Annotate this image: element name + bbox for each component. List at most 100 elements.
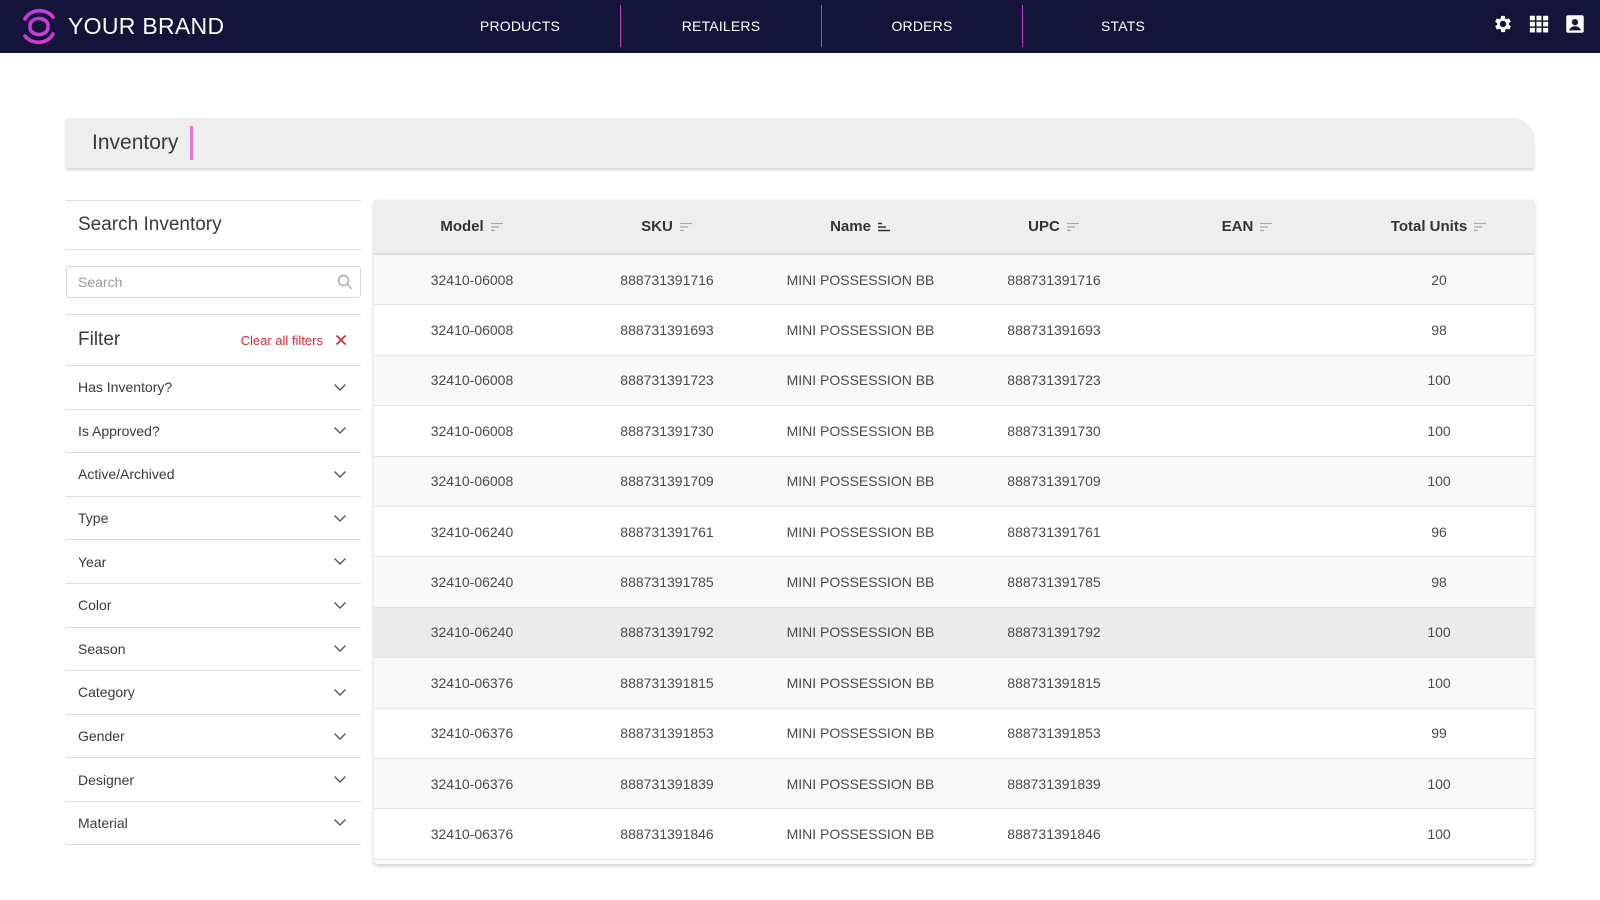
brand-name: YOUR BRAND bbox=[68, 12, 225, 39]
cell-total-units: 100 bbox=[1427, 624, 1451, 641]
cell-total-units: 98 bbox=[1431, 322, 1447, 339]
cell-upc: 888731391761 bbox=[1007, 523, 1101, 540]
sort-active-icon[interactable] bbox=[877, 222, 891, 232]
table-row[interactable]: 32410-06376 888731391846 MINI POSSESSION B… bbox=[374, 809, 1534, 860]
filter-color[interactable]: Color bbox=[66, 582, 361, 627]
divider bbox=[66, 249, 361, 250]
sort-icon[interactable] bbox=[1066, 222, 1080, 232]
table-row[interactable]: 32410-06008 888731391730 MINI POSSESSION B… bbox=[374, 406, 1534, 457]
top-actions bbox=[1492, 13, 1586, 35]
sort-icon[interactable] bbox=[1259, 222, 1273, 232]
title-accent-bar bbox=[190, 126, 194, 160]
cell-name: MINI POSSESSION BB bbox=[786, 674, 935, 691]
cell-total-units: 100 bbox=[1427, 825, 1451, 842]
cell-upc: 888731391716 bbox=[1007, 271, 1101, 288]
filter-is-approved[interactable]: Is Approved? bbox=[66, 408, 361, 453]
table-row[interactable]: 32410-06008 888731391716 MINI POSSESSION B… bbox=[374, 255, 1534, 306]
nav-orders[interactable]: ORDERS bbox=[822, 5, 1022, 47]
sort-icon[interactable] bbox=[490, 222, 504, 232]
column-header-name[interactable]: Name bbox=[764, 218, 957, 235]
filter-active-archived[interactable]: Active/Archived bbox=[66, 452, 361, 496]
cell-name: MINI POSSESSION BB bbox=[786, 725, 935, 742]
cell-sku: 888731391693 bbox=[620, 322, 714, 339]
filter-label: Designer bbox=[78, 771, 135, 788]
filter-label: Material bbox=[78, 814, 128, 831]
column-header-label: EAN bbox=[1221, 218, 1254, 235]
column-header-upc[interactable]: UPC bbox=[957, 218, 1151, 235]
table-row[interactable]: 32410-06376 888731391853 MINI POSSESSION B… bbox=[374, 708, 1534, 759]
cell-name: MINI POSSESSION BB bbox=[786, 825, 935, 842]
brand[interactable]: YOUR BRAND bbox=[20, 5, 224, 47]
filter-designer[interactable]: Designer bbox=[66, 757, 361, 801]
cell-model: 32410-06376 bbox=[430, 725, 514, 742]
filter-material[interactable]: Material bbox=[66, 800, 361, 845]
filter-season[interactable]: Season bbox=[66, 626, 361, 671]
column-header-label: Total Units bbox=[1390, 218, 1468, 235]
search-field bbox=[66, 266, 361, 298]
cell-model: 32410-06240 bbox=[430, 624, 514, 641]
column-header-model[interactable]: Model bbox=[374, 218, 570, 235]
nav-retailers[interactable]: RETAILERS bbox=[621, 5, 821, 47]
gear-icon[interactable] bbox=[1492, 13, 1514, 35]
filter-heading: Filter bbox=[78, 329, 121, 350]
cell-upc: 888731391723 bbox=[1007, 372, 1101, 389]
table-row[interactable]: 32410-06008 888731391723 MINI POSSESSION B… bbox=[374, 355, 1534, 407]
table-row[interactable]: 32410-06376 888731391839 MINI POSSESSION B… bbox=[374, 758, 1534, 810]
cell-total-units: 100 bbox=[1427, 775, 1451, 792]
cell-model: 32410-06240 bbox=[430, 574, 514, 591]
filter-label: Season bbox=[78, 640, 126, 657]
top-navbar: YOUR BRAND PRODUCTS RETAILERS ORDERS STA… bbox=[0, 0, 1600, 53]
cell-name: MINI POSSESSION BB bbox=[786, 473, 935, 490]
chevron-down-icon bbox=[334, 732, 346, 740]
sort-icon[interactable] bbox=[1473, 222, 1487, 232]
clear-all-filters-button[interactable]: Clear all filters bbox=[241, 333, 347, 348]
search-heading: Search Inventory bbox=[78, 214, 222, 235]
column-header-label: SKU bbox=[641, 218, 673, 235]
cell-total-units: 99 bbox=[1431, 725, 1447, 742]
chevron-down-icon bbox=[334, 470, 346, 478]
nav-stats[interactable]: STATS bbox=[1023, 5, 1223, 47]
filter-has-inventory[interactable]: Has Inventory? bbox=[66, 365, 361, 409]
cell-model: 32410-06240 bbox=[430, 523, 514, 540]
filter-label: Gender bbox=[78, 728, 125, 745]
cell-sku: 888731391716 bbox=[620, 271, 714, 288]
table-row[interactable]: 32410-06008 888731391709 MINI POSSESSION B… bbox=[374, 456, 1534, 507]
cell-model: 32410-06376 bbox=[430, 775, 514, 792]
filter-type[interactable]: Type bbox=[66, 495, 361, 540]
table-row[interactable]: 32410-06240 888731391761 MINI POSSESSION B… bbox=[374, 506, 1534, 558]
cell-upc: 888731391693 bbox=[1007, 322, 1101, 339]
chevron-down-icon bbox=[334, 427, 346, 435]
filter-gender[interactable]: Gender bbox=[66, 713, 361, 758]
cell-total-units: 100 bbox=[1427, 422, 1451, 439]
page-header: Inventory bbox=[66, 118, 1534, 168]
account-icon[interactable] bbox=[1564, 13, 1586, 35]
cell-total-units: 96 bbox=[1431, 523, 1447, 540]
search-icon[interactable] bbox=[337, 274, 353, 290]
filter-category[interactable]: Category bbox=[66, 670, 361, 714]
chevron-down-icon bbox=[334, 645, 346, 653]
column-header-sku[interactable]: SKU bbox=[570, 218, 764, 235]
filter-header: Filter Clear all filters bbox=[66, 315, 361, 365]
cell-model: 32410-06008 bbox=[430, 422, 514, 439]
filter-label: Year bbox=[78, 553, 107, 570]
cell-name: MINI POSSESSION BB bbox=[786, 574, 935, 591]
cell-sku: 888731391815 bbox=[620, 674, 714, 691]
filter-label: Active/Archived bbox=[78, 466, 175, 483]
apps-grid-icon[interactable] bbox=[1528, 13, 1550, 35]
cell-upc: 888731391839 bbox=[1007, 775, 1101, 792]
column-header-total-units[interactable]: Total Units bbox=[1344, 218, 1534, 235]
column-header-ean[interactable]: EAN bbox=[1151, 218, 1344, 235]
table-body: 32410-06008 888731391716 MINI POSSESSION B… bbox=[374, 255, 1534, 860]
chevron-down-icon bbox=[334, 819, 346, 827]
nav-products[interactable]: PRODUCTS bbox=[420, 5, 620, 47]
search-input[interactable] bbox=[67, 267, 360, 297]
sort-icon[interactable] bbox=[679, 222, 693, 232]
table-row[interactable]: 32410-06240 888731391785 MINI POSSESSION B… bbox=[374, 557, 1534, 608]
chevron-down-icon bbox=[334, 776, 346, 784]
cell-upc: 888731391815 bbox=[1007, 674, 1101, 691]
table-row[interactable]: 32410-06008 888731391693 MINI POSSESSION B… bbox=[374, 305, 1534, 356]
table-row[interactable]: 32410-06376 888731391815 MINI POSSESSION B… bbox=[374, 658, 1534, 709]
filter-year[interactable]: Year bbox=[66, 539, 361, 583]
table-row[interactable]: 32410-06240 888731391792 MINI POSSESSION B… bbox=[374, 607, 1534, 659]
cell-sku: 888731391761 bbox=[620, 523, 714, 540]
